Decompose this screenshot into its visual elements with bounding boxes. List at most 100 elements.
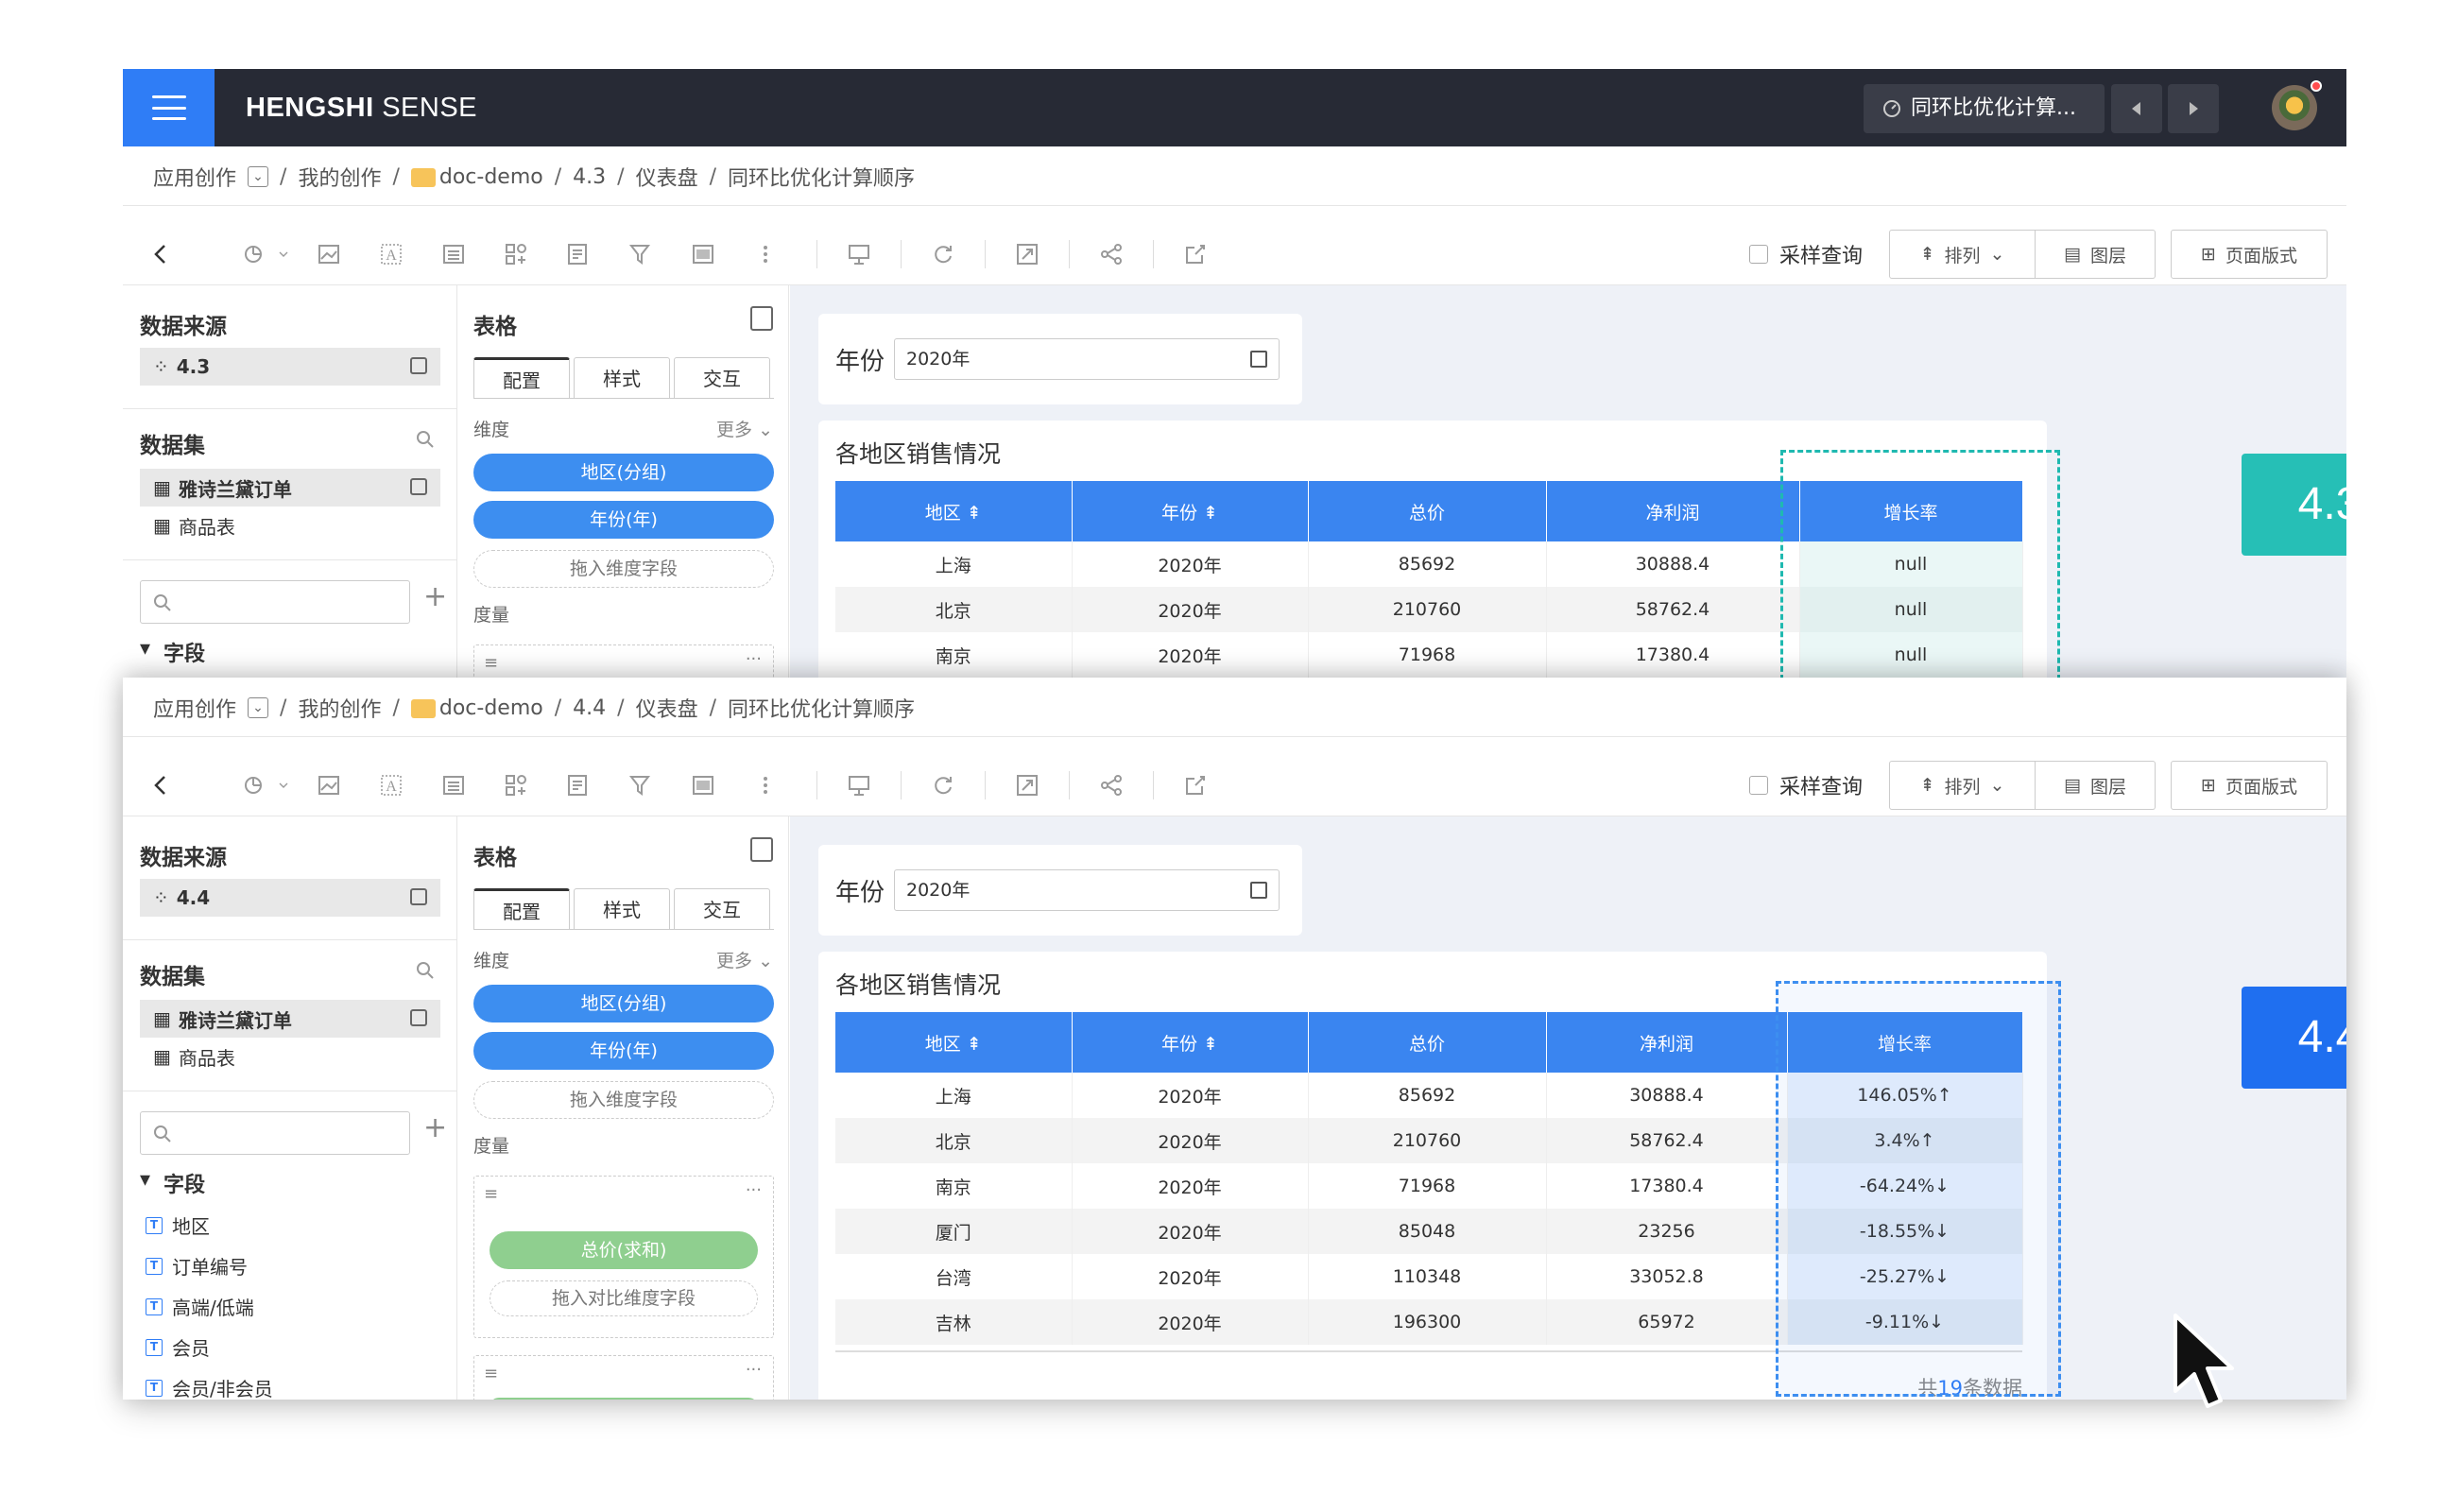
layout-icon[interactable]	[684, 766, 722, 804]
breadcrumb-dashboard[interactable]: 仪表盘	[636, 693, 698, 723]
excel-icon[interactable]	[750, 306, 773, 331]
present-icon[interactable]	[840, 766, 878, 804]
back-arrow-icon[interactable]	[142, 235, 180, 273]
drop-dimension-zone[interactable]: 拖入维度字段	[473, 550, 774, 588]
excel-icon[interactable]	[750, 837, 773, 862]
dataset-item[interactable]: ▦ 雅诗兰黛订单	[140, 469, 440, 507]
field-search-input[interactable]	[140, 1111, 410, 1155]
more-horizontal-icon[interactable]: ···	[746, 649, 762, 669]
tab-interaction[interactable]: 交互	[674, 357, 770, 398]
field-search-input[interactable]	[140, 580, 410, 624]
page-layout-button[interactable]: ⊞ 页面版式	[2171, 230, 2328, 279]
image-icon[interactable]	[310, 766, 348, 804]
breadcrumb-app[interactable]: 4.3	[573, 165, 606, 189]
datasource-menu-icon[interactable]	[410, 888, 427, 905]
layers-button[interactable]: ▤ 图层	[2036, 230, 2156, 279]
fields-section-toggle[interactable]: ▾ 字段	[140, 1168, 205, 1198]
column-header[interactable]: 年份 ⇞	[1072, 1012, 1309, 1073]
present-icon[interactable]	[840, 235, 878, 273]
breadcrumb-folder[interactable]: doc-demo	[439, 165, 543, 189]
export-icon[interactable]	[1177, 235, 1214, 273]
tab-style[interactable]: 样式	[574, 357, 670, 398]
recent-dashboard-button[interactable]: 同环比优化计算...	[1864, 84, 2105, 133]
menu-button[interactable]	[123, 69, 215, 146]
dimension-pill[interactable]: 年份(年)	[473, 1032, 774, 1070]
layers-button[interactable]: ▤ 图层	[2036, 761, 2156, 810]
form-icon[interactable]	[559, 766, 597, 804]
add-chart-icon[interactable]	[236, 235, 274, 273]
checkbox-icon[interactable]	[1748, 776, 1768, 795]
text-icon[interactable]: A	[372, 235, 410, 273]
more-horizontal-icon[interactable]: ···	[746, 1180, 762, 1200]
datasource-item[interactable]: ⁘ 4.3	[140, 348, 440, 386]
search-icon[interactable]	[415, 429, 436, 454]
column-header[interactable]: 总价	[1308, 481, 1547, 541]
breadcrumb-app[interactable]: 4.4	[573, 696, 606, 720]
breadcrumb-my-create[interactable]: 我的创作	[298, 162, 381, 192]
field-item[interactable]: T 地区	[146, 1211, 210, 1239]
column-header[interactable]: 地区 ⇞	[835, 1012, 1073, 1073]
breadcrumb-app-create[interactable]: 应用创作	[153, 162, 236, 192]
drag-handle-icon[interactable]: ≡	[484, 653, 498, 673]
add-icon[interactable]: +	[423, 1111, 447, 1144]
drag-handle-icon[interactable]: ≡	[484, 1184, 498, 1204]
more-horizontal-icon[interactable]: ···	[746, 1360, 762, 1380]
drop-compare-zone[interactable]: 拖入对比维度字段	[490, 1280, 758, 1316]
fields-section-toggle[interactable]: ▾ 字段	[140, 637, 205, 667]
column-header[interactable]: 地区 ⇞	[835, 481, 1073, 541]
sample-query-checkbox[interactable]: 采样查询	[1748, 239, 1863, 269]
field-item[interactable]: T 会员	[146, 1333, 210, 1361]
tab-interaction[interactable]: 交互	[674, 888, 770, 929]
column-header[interactable]: 总价	[1308, 1012, 1547, 1073]
prev-button[interactable]	[2111, 84, 2162, 133]
form-icon[interactable]	[559, 235, 597, 273]
chevron-down-icon[interactable]: ⌄	[248, 697, 269, 718]
sample-query-checkbox[interactable]: 采样查询	[1748, 770, 1863, 800]
list-icon[interactable]	[435, 766, 472, 804]
filter-icon[interactable]	[622, 766, 660, 804]
export-icon[interactable]	[1177, 766, 1214, 804]
dimension-pill[interactable]: 地区(分组)	[473, 454, 774, 491]
dataset-menu-icon[interactable]	[410, 478, 427, 495]
tab-config[interactable]: 配置	[473, 888, 570, 929]
field-item[interactable]: T 会员/非会员	[146, 1374, 273, 1400]
breadcrumb-folder[interactable]: doc-demo	[439, 696, 543, 720]
list-icon[interactable]	[435, 235, 472, 273]
breadcrumb-dashboard[interactable]: 仪表盘	[636, 162, 698, 192]
fullscreen-icon[interactable]	[1008, 235, 1046, 273]
breadcrumb-app-create[interactable]: 应用创作	[153, 693, 236, 723]
more-dropdown[interactable]: 更多 ⌄	[716, 947, 773, 972]
chevron-down-icon[interactable]	[274, 766, 293, 804]
sort-button[interactable]: ⇞ 排列 ⌄	[1889, 761, 2036, 810]
filter-icon[interactable]	[622, 235, 660, 273]
sort-button[interactable]: ⇞ 排列 ⌄	[1889, 230, 2036, 279]
dimension-pill[interactable]: 地区(分组)	[473, 985, 774, 1022]
field-item[interactable]: T 订单编号	[146, 1252, 248, 1280]
dataset-item[interactable]: ▦ 商品表	[140, 1038, 440, 1075]
measure-pill[interactable]	[490, 1398, 758, 1400]
column-header[interactable]: 净利润	[1546, 1012, 1788, 1073]
more-vertical-icon[interactable]	[747, 235, 784, 273]
breadcrumb-my-create[interactable]: 我的创作	[298, 693, 381, 723]
tab-style[interactable]: 样式	[574, 888, 670, 929]
measure-pill[interactable]: 总价(求和)	[490, 1231, 758, 1269]
chevron-down-icon[interactable]: ⌄	[248, 166, 269, 187]
avatar[interactable]	[2272, 85, 2317, 130]
drop-dimension-zone[interactable]: 拖入维度字段	[473, 1081, 774, 1119]
datasource-item[interactable]: ⁘ 4.4	[140, 879, 440, 917]
text-icon[interactable]: A	[372, 766, 410, 804]
year-filter-input[interactable]: 2020年	[894, 338, 1280, 380]
year-filter-input[interactable]: 2020年	[894, 869, 1280, 911]
share-icon[interactable]	[1092, 235, 1130, 273]
add-chart-icon[interactable]	[236, 766, 274, 804]
page-layout-button[interactable]: ⊞ 页面版式	[2171, 761, 2328, 810]
column-header[interactable]: 净利润	[1546, 481, 1800, 541]
search-icon[interactable]	[415, 960, 436, 985]
fullscreen-icon[interactable]	[1008, 766, 1046, 804]
next-button[interactable]	[2168, 84, 2219, 133]
dimension-pill[interactable]: 年份(年)	[473, 501, 774, 539]
back-arrow-icon[interactable]	[142, 766, 180, 804]
refresh-icon[interactable]	[924, 766, 962, 804]
datasource-menu-icon[interactable]	[410, 357, 427, 374]
dataset-item[interactable]: ▦ 商品表	[140, 507, 440, 544]
